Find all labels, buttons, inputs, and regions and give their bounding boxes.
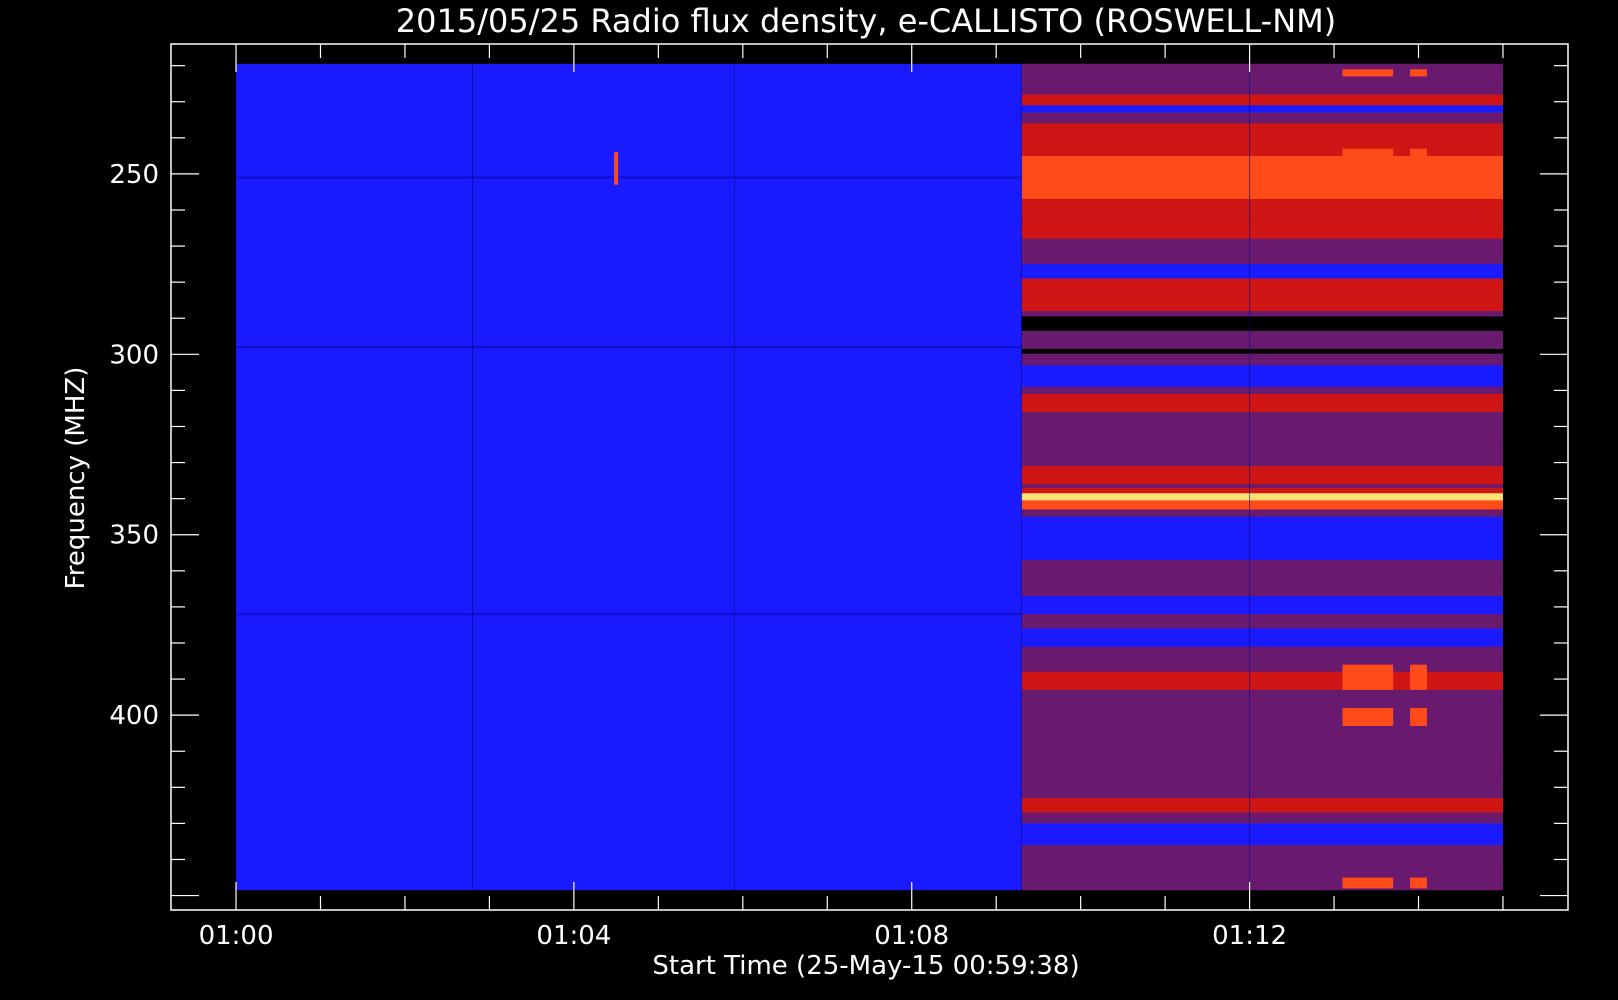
emission-band-bright <box>1021 155 1503 200</box>
chart-title: 2015/05/25 Radio flux density, e-CALLIST… <box>396 2 1336 40</box>
active-quiet-band <box>1021 365 1503 387</box>
emission-band-active <box>1021 437 1503 463</box>
burst-patch <box>1342 707 1394 726</box>
burst-patch <box>1342 148 1394 174</box>
interference-column <box>614 152 619 185</box>
quiet-streak <box>236 613 1022 616</box>
burst-patch <box>1410 707 1427 726</box>
quiet-region <box>236 63 1022 891</box>
emission-band-hot <box>1021 798 1503 813</box>
emission-band-hot <box>1021 278 1503 312</box>
dark-band <box>1021 316 1503 331</box>
emission-band-active <box>1021 570 1503 589</box>
emission-band-hot <box>1021 487 1503 494</box>
burst-patch <box>1410 877 1427 889</box>
burst-patch <box>1410 69 1427 77</box>
emission-band-active <box>1021 859 1503 891</box>
y-tick-label: 300 <box>109 340 159 370</box>
burst-patch <box>1342 664 1394 690</box>
emission-band-active <box>1021 689 1503 708</box>
emission-band-hot <box>1021 220 1503 239</box>
dark-band <box>1021 348 1503 354</box>
emission-band-hot <box>1021 123 1503 156</box>
emission-band-bright <box>1021 500 1503 510</box>
emission-band-active <box>1021 238 1503 257</box>
quiet-streak <box>236 346 1022 349</box>
active-quiet-band <box>1021 823 1503 846</box>
y-tick-label: 400 <box>109 701 159 731</box>
burst-patch <box>1410 148 1427 174</box>
emission-band-hot <box>1021 394 1503 413</box>
emission-band-hot <box>1021 94 1503 106</box>
emission-band-hot <box>1021 466 1503 485</box>
spectrogram-chart: 2015/05/25 Radio flux density, e-CALLIST… <box>0 0 1618 1000</box>
active-quiet-band <box>1021 264 1503 279</box>
emission-band-active <box>1021 653 1503 672</box>
emission-band-active <box>1021 63 1503 77</box>
active-quiet-band <box>1021 516 1503 542</box>
emission-band-hot <box>1021 671 1503 690</box>
quiet-streak <box>236 176 1022 179</box>
active-quiet-band <box>1021 628 1503 647</box>
burst-patch <box>1342 69 1394 77</box>
active-quiet-band <box>1021 541 1503 560</box>
burst-patch <box>1410 664 1427 690</box>
x-tick-label: 01:12 <box>1212 921 1287 951</box>
x-axis-label: Start Time (25-May-15 00:59:38) <box>652 951 1079 981</box>
emission-band-active <box>1021 751 1503 781</box>
plot-area <box>236 63 1503 891</box>
y-tick-label: 250 <box>109 160 159 190</box>
x-tick-label: 01:08 <box>874 921 949 951</box>
y-tick-label: 350 <box>109 521 159 551</box>
x-tick-label: 01:04 <box>536 921 611 951</box>
x-tick-label: 01:00 <box>199 921 274 951</box>
y-axis-label: Frequency (MHZ) <box>61 367 91 590</box>
active-quiet-band <box>1021 596 1503 615</box>
emission-band-hot <box>1021 199 1503 221</box>
burst-patch <box>1342 877 1394 889</box>
emission-band-peak <box>1021 493 1503 501</box>
